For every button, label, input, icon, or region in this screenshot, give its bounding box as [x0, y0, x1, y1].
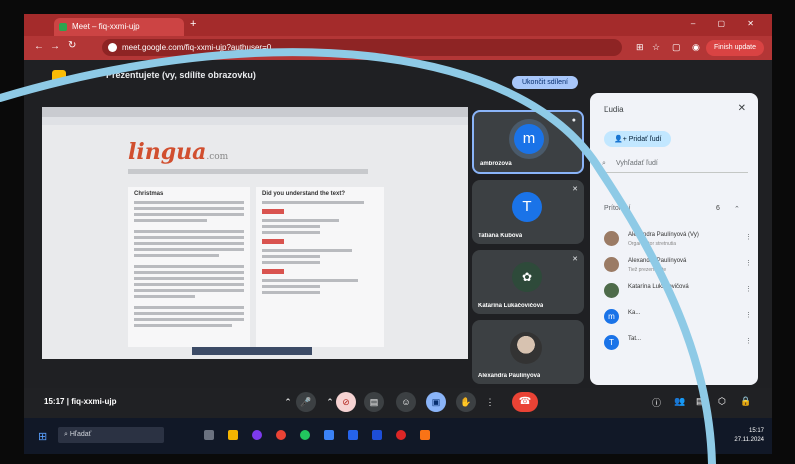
foreground-arc-overlay — [0, 48, 716, 464]
